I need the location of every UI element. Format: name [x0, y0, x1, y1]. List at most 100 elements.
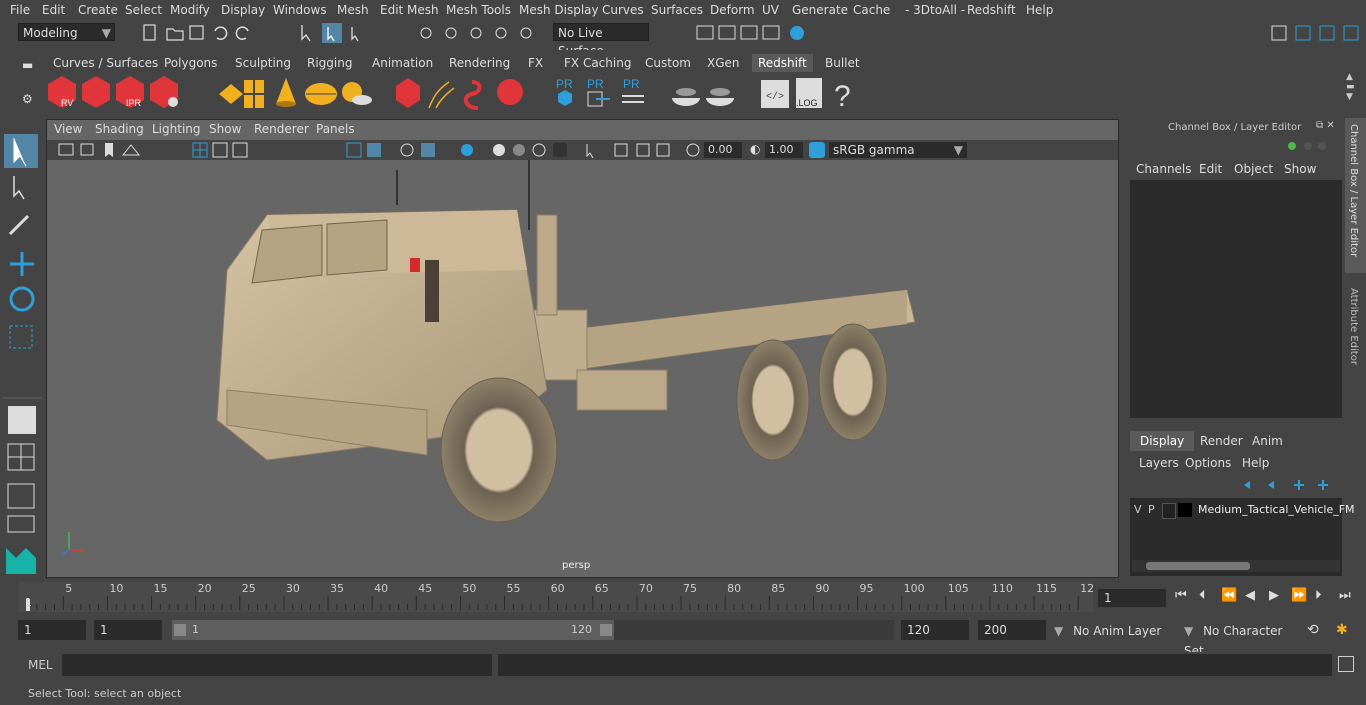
motion-blur-icon	[513, 144, 525, 156]
layer-visibility[interactable]: V	[1134, 503, 1142, 516]
menu-help[interactable]: Help	[1026, 3, 1053, 17]
menu-3dtoall[interactable]: - 3DtoAll -	[905, 3, 965, 17]
exposure-field[interactable]: 0.00	[704, 142, 742, 158]
playback-end-field[interactable]: 120	[901, 620, 969, 640]
viewport-menu-show[interactable]: Show	[209, 122, 241, 136]
color-space-dropdown[interactable]: sRGB gamma ▼	[829, 142, 967, 158]
layer-menu-options[interactable]: Options	[1185, 456, 1231, 470]
viewport-menu-lighting[interactable]: Lighting	[152, 122, 201, 136]
play-back-icon[interactable]: ◀	[1245, 588, 1255, 603]
channel-menu-show[interactable]: Show	[1284, 162, 1316, 176]
menu-mesh[interactable]: Mesh	[337, 3, 369, 17]
current-time-marker[interactable]	[26, 599, 30, 611]
layer-scrollbar[interactable]	[1132, 560, 1340, 572]
menu-create[interactable]: Create	[78, 3, 118, 17]
playback-start-field[interactable]: 1	[94, 620, 162, 640]
viewport-menu-view[interactable]: View	[54, 122, 82, 136]
side-tab-attribute-editor[interactable]: Attribute Editor	[1345, 282, 1366, 382]
menu-redshift[interactable]: Redshift	[967, 3, 1016, 17]
mode-dropdown[interactable]: Modeling ▼	[18, 23, 115, 41]
menu-windows[interactable]: Windows	[273, 3, 327, 17]
xray-joints-icon	[614, 143, 628, 157]
color-management-icon[interactable]	[809, 142, 825, 158]
shelf-tab-fx-caching[interactable]: FX Caching	[558, 54, 637, 72]
timeline-tick-label: 75	[683, 582, 697, 595]
current-frame-field[interactable]: 1	[1098, 589, 1166, 607]
go-to-end-icon[interactable]: ⏭	[1339, 588, 1351, 603]
script-editor-icon[interactable]	[1338, 656, 1354, 672]
viewport-panel[interactable]: View Shading Lighting Show Renderer Panels	[46, 119, 1119, 578]
next-key-icon[interactable]: ⏩	[1291, 588, 1307, 603]
range-handle-end[interactable]	[600, 624, 612, 636]
range-slider-track[interactable]: 1 120	[172, 620, 894, 640]
channel-box-toggles[interactable]	[1286, 140, 1326, 152]
step-forward-icon[interactable]: ⏵	[1315, 588, 1322, 603]
shelf-tab-animation[interactable]: Animation	[366, 54, 439, 72]
shelf-tab-custom[interactable]: Custom	[639, 54, 697, 72]
channel-list[interactable]	[1130, 180, 1342, 418]
shelf-tab-xgen[interactable]: XGen	[701, 54, 746, 72]
range-end-field[interactable]: 200	[978, 620, 1046, 640]
auto-key-icon[interactable]: ⟲	[1307, 622, 1319, 638]
live-surface-field[interactable]: No Live Surface	[553, 23, 649, 58]
viewport-menu-panels[interactable]: Panels	[316, 122, 355, 136]
menu-surfaces[interactable]: Surfaces	[651, 3, 703, 17]
go-to-start-icon[interactable]: ⏮	[1175, 588, 1187, 603]
menu-edit[interactable]: Edit	[42, 3, 65, 17]
character-set-dropdown[interactable]: ▼ No Character Set	[1180, 621, 1300, 658]
layer-ref[interactable]	[1162, 503, 1176, 519]
anim-layer-dropdown[interactable]: ▼ No Anim Layer	[1050, 621, 1174, 641]
menu-edit-mesh[interactable]: Edit Mesh	[380, 3, 439, 17]
menu-mesh-display[interactable]: Mesh Display	[519, 3, 599, 17]
layer-tab-anim[interactable]: Anim	[1242, 431, 1293, 451]
shelf-tab-fx[interactable]: FX	[522, 54, 549, 72]
shelf-tab-rendering[interactable]: Rendering	[443, 54, 516, 72]
shelf-tab-bullet[interactable]: Bullet	[819, 54, 866, 72]
menu-mesh-tools[interactable]: Mesh Tools	[446, 3, 511, 17]
prev-key-icon[interactable]: ⏪	[1221, 588, 1237, 603]
shelf-tab-polygons[interactable]: Polygons	[158, 54, 223, 72]
layer-tab-display[interactable]: Display	[1130, 431, 1195, 451]
menu-generate[interactable]: Generate	[792, 3, 848, 17]
smooth-shade-icon	[367, 143, 381, 157]
layer-row[interactable]: V P Medium_Tactical_Vehicle_FM	[1130, 500, 1355, 520]
menu-uv[interactable]: UV	[762, 3, 779, 17]
isolate-select-icon	[586, 144, 594, 159]
menu-deform[interactable]: Deform	[710, 3, 755, 17]
gamma-field[interactable]: 1.00	[765, 142, 803, 158]
range-slider-bar[interactable]: 1 120	[172, 620, 614, 640]
time-slider[interactable]: 1510152025303540455055606570758085909510…	[18, 582, 1094, 612]
channel-menu-edit[interactable]: Edit	[1199, 162, 1222, 176]
menu-cache[interactable]: Cache	[853, 3, 890, 17]
channel-menu-object[interactable]: Object	[1234, 162, 1273, 176]
range-start-field[interactable]: 1	[18, 620, 86, 640]
menu-modify[interactable]: Modify	[170, 3, 210, 17]
layer-menu-layers[interactable]: Layers	[1139, 456, 1179, 470]
shelf-scroll[interactable]: ▲ ▬ ▼	[1346, 72, 1360, 112]
shelf-tab-redshift[interactable]: Redshift	[752, 54, 813, 72]
preferences-icon[interactable]: ✱	[1336, 622, 1348, 638]
menu-select[interactable]: Select	[125, 3, 162, 17]
layer-color-swatch[interactable]	[1178, 503, 1192, 517]
truck-model[interactable]: persp	[47, 160, 1118, 578]
step-back-icon[interactable]: ⏴	[1199, 588, 1206, 603]
shelf-tab-curves-surfaces[interactable]: Curves / Surfaces	[47, 54, 164, 72]
command-input[interactable]	[62, 654, 492, 676]
layer-playback[interactable]: P	[1148, 503, 1155, 516]
script-language-label[interactable]: MEL	[28, 658, 53, 672]
shelf-settings-icon[interactable]: ⚙	[22, 92, 33, 106]
shelf-menu-icon[interactable]: ▬	[22, 58, 33, 72]
menu-curves[interactable]: Curves	[602, 3, 644, 17]
channel-menu-channels[interactable]: Channels	[1136, 162, 1192, 176]
panel-float-icon[interactable]: ⧉ ✕	[1316, 120, 1335, 131]
menu-file[interactable]: File	[10, 3, 30, 17]
play-forward-icon[interactable]: ▶	[1269, 588, 1279, 603]
layer-menu-help[interactable]: Help	[1242, 456, 1269, 470]
range-handle-start[interactable]	[174, 624, 186, 636]
shelf-tab-sculpting[interactable]: Sculpting	[229, 54, 297, 72]
menu-display[interactable]: Display	[221, 3, 265, 17]
side-tab-channel-box[interactable]: Channel Box / Layer Editor	[1345, 118, 1366, 273]
viewport-menu-shading[interactable]: Shading	[95, 122, 144, 136]
viewport-menu-renderer[interactable]: Renderer	[254, 122, 309, 136]
shelf-tab-rigging[interactable]: Rigging	[301, 54, 358, 72]
